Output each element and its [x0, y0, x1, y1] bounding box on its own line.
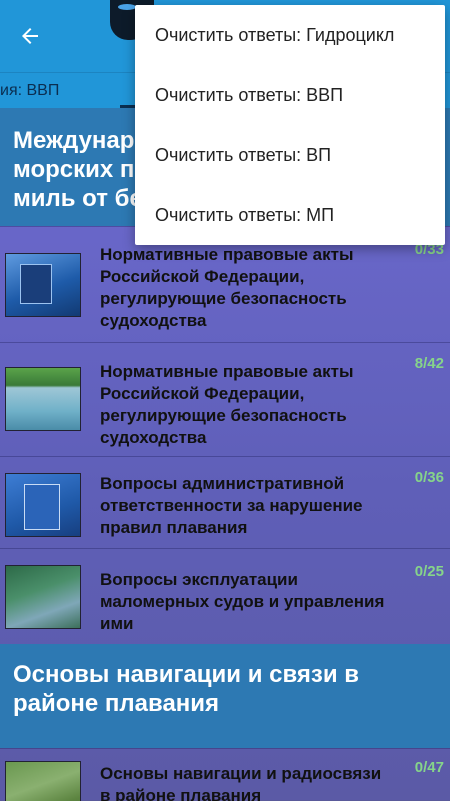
river-boat-photo-icon — [5, 565, 81, 629]
section-title: Основы навигации и связи в районе плаван… — [13, 661, 360, 717]
item-label: Основы навигации и радиосвязи в районе п… — [100, 764, 382, 801]
list-item[interactable]: Нормативные правовые акты Российской Фед… — [0, 342, 450, 457]
admin-code-book-icon — [5, 473, 81, 537]
back-button[interactable] — [14, 20, 46, 52]
item-count: 0/36 — [414, 469, 444, 486]
menu-item-clear-jetski[interactable]: Очистить ответы: Гидроцикл — [135, 5, 445, 65]
item-label: Нормативные правовые акты Российской Фед… — [100, 245, 354, 330]
list-item[interactable]: Вопросы административной ответственности… — [0, 456, 450, 549]
list-item[interactable]: Основы навигации и радиосвязи в районе п… — [0, 748, 450, 801]
arrow-left-icon — [22, 28, 38, 44]
nautical-map-icon — [5, 761, 81, 801]
water-code-book-icon — [5, 253, 81, 317]
section-title: Междунар морских п миль от бе — [13, 127, 143, 212]
menu-item-clear-mp[interactable]: Очистить ответы: МП — [135, 185, 445, 245]
menu-item-clear-vvp[interactable]: Очистить ответы: ВВП — [135, 65, 445, 125]
item-count: 0/25 — [414, 563, 444, 580]
coast-boat-photo-icon — [5, 367, 81, 431]
item-label: Вопросы эксплуатации маломерных судов и … — [100, 570, 385, 633]
item-label: Вопросы административной ответственности… — [100, 474, 363, 537]
section-header: Основы навигации и связи в районе плаван… — [0, 644, 450, 748]
tab-vvp-label[interactable]: ия: ВВП — [0, 82, 59, 100]
item-count: 0/47 — [414, 759, 444, 776]
item-label: Нормативные правовые акты Российской Фед… — [100, 362, 354, 447]
item-count: 8/42 — [414, 355, 444, 372]
menu-item-clear-vp[interactable]: Очистить ответы: ВП — [135, 125, 445, 185]
overflow-menu: Очистить ответы: Гидроцикл Очистить отве… — [135, 5, 445, 245]
list-item[interactable]: Вопросы эксплуатации маломерных судов и … — [0, 548, 450, 645]
